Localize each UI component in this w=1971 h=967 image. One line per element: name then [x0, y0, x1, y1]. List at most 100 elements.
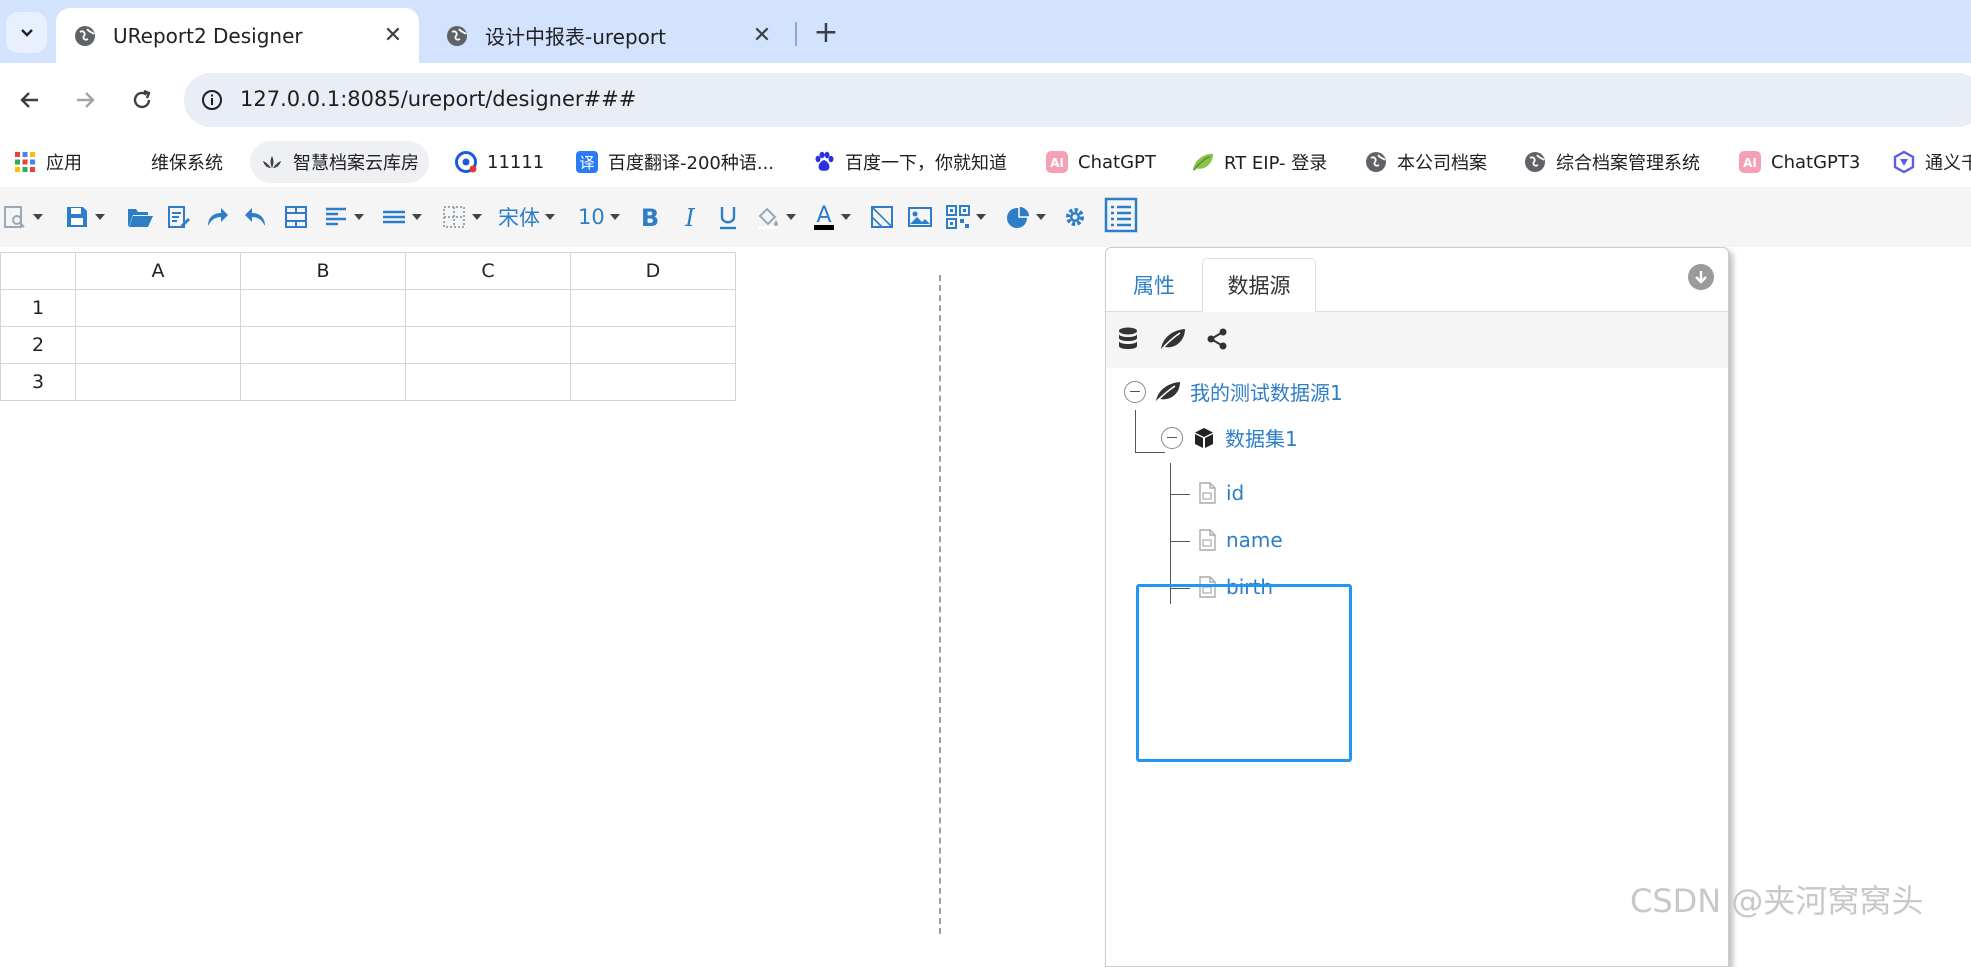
lotus-icon	[260, 150, 284, 174]
grid-cell[interactable]	[570, 289, 736, 327]
globe-icon	[1364, 150, 1388, 174]
datasource-panel: 属性 数据源 我的测试数据源1 数据集1 id name birth	[1105, 247, 1729, 967]
tree-node-dataset[interactable]: 数据集1	[1161, 423, 1298, 452]
browser-toolbar: 127.0.0.1:8085/ureport/designer###	[0, 63, 1971, 137]
site-info-icon[interactable]	[194, 82, 230, 118]
row-header[interactable]: 1	[0, 289, 76, 327]
svg-text:A: A	[816, 203, 831, 228]
tree-node-field[interactable]: name	[1198, 528, 1283, 552]
row-header[interactable]: 3	[0, 363, 76, 401]
tree-connector	[1170, 541, 1190, 542]
collapse-panel-button[interactable]	[1688, 264, 1714, 290]
tree-node-datasource[interactable]: 我的测试数据源1	[1124, 377, 1343, 406]
tab-datasource[interactable]: 数据源	[1202, 258, 1316, 312]
merge-cells-button[interactable]	[283, 199, 309, 235]
diagonal-slash-button[interactable]	[869, 199, 895, 235]
preview-button[interactable]	[2, 199, 43, 235]
bookmark-rt-eip[interactable]: RT EIP- 登录	[1191, 141, 1327, 183]
grid-cell[interactable]	[570, 326, 736, 364]
italic-button[interactable]: I	[678, 199, 702, 235]
chart-button[interactable]	[1005, 199, 1046, 235]
gear-icon	[1066, 208, 1084, 226]
ai-icon: AI	[1045, 150, 1069, 174]
toggle-panel-button[interactable]	[1104, 197, 1138, 233]
tab-search-dropdown-button[interactable]	[6, 12, 47, 53]
tab-separator	[795, 22, 797, 46]
field-name: id	[1226, 481, 1245, 505]
bookmark-chatgpt3[interactable]: AI ChatGPT3	[1738, 141, 1860, 183]
close-tab-icon[interactable]: ✕	[750, 23, 774, 48]
underline-button[interactable]	[716, 199, 740, 235]
vertical-align-button[interactable]	[381, 199, 422, 235]
border-button[interactable]	[441, 199, 482, 235]
save-button[interactable]	[64, 199, 105, 235]
grid-cell[interactable]	[405, 326, 571, 364]
forward-button[interactable]	[66, 81, 104, 119]
undo-button[interactable]	[243, 199, 269, 235]
add-database-button[interactable]	[1113, 324, 1143, 354]
address-bar[interactable]: 127.0.0.1:8085/ureport/designer###	[184, 73, 1971, 127]
grid-cell[interactable]	[75, 289, 241, 327]
add-buildin-button[interactable]	[1202, 324, 1232, 354]
settings-button[interactable]	[1062, 199, 1088, 235]
bookmark-label: 百度一下，你就知道	[845, 153, 1007, 174]
font-family-select[interactable]: 宋体	[498, 199, 555, 235]
back-button[interactable]	[11, 81, 49, 119]
add-spring-bean-button[interactable]	[1158, 324, 1188, 354]
bookmark-smart-archive[interactable]: 智慧档案云库房	[250, 141, 429, 183]
grid-cell[interactable]	[405, 363, 571, 401]
qrcode-icon	[946, 205, 970, 229]
bookmark-archive-management[interactable]: 综合档案管理系统	[1523, 141, 1700, 183]
grid-cell[interactable]	[570, 363, 736, 401]
tree-node-field[interactable]: id	[1198, 481, 1244, 505]
row-header[interactable]: 2	[0, 326, 76, 364]
browser-tab-designing-report[interactable]: 设计中报表-ureport ✕	[428, 8, 788, 63]
bookmark-baidu-translate[interactable]: 译 百度翻译-200种语...	[575, 141, 774, 183]
report-grid: A B C D 1 2 3	[0, 252, 736, 401]
bookmark-chatgpt[interactable]: AI ChatGPT	[1045, 141, 1156, 183]
collapse-toggle-icon[interactable]	[1161, 426, 1183, 449]
bookmark-tongyi[interactable]: 通义千	[1892, 141, 1971, 183]
collapse-toggle-icon[interactable]	[1124, 380, 1146, 403]
grid-cell[interactable]	[240, 289, 406, 327]
url-text[interactable]: 127.0.0.1:8085/ureport/designer###	[240, 87, 636, 111]
font-size-value: 10	[578, 205, 605, 229]
redo-button[interactable]	[204, 199, 230, 235]
fill-color-button[interactable]	[755, 199, 796, 235]
bold-button[interactable]: B	[638, 199, 662, 235]
column-header[interactable]: B	[240, 252, 406, 290]
font-color-button[interactable]: A	[812, 199, 851, 235]
bookmark-maintenance-system[interactable]: 维保系统	[151, 141, 223, 183]
bookmark-company-archive[interactable]: 本公司档案	[1364, 141, 1487, 183]
browser-tab-ureport-designer[interactable]: UReport2 Designer ✕	[56, 8, 419, 63]
grid-cell[interactable]	[75, 326, 241, 364]
corner-cell[interactable]	[0, 252, 76, 290]
bookmark-label: ChatGPT3	[1771, 151, 1861, 173]
new-tab-button[interactable]: +	[808, 14, 844, 50]
bookmark-apps[interactable]: 应用	[13, 141, 82, 183]
field-name: name	[1226, 528, 1283, 552]
insert-image-button[interactable]	[907, 199, 933, 235]
tab-properties[interactable]: 属性	[1106, 258, 1202, 312]
export-button[interactable]	[166, 199, 192, 235]
reload-button[interactable]	[123, 81, 161, 119]
column-header[interactable]: A	[75, 252, 241, 290]
grid-cell[interactable]	[240, 363, 406, 401]
font-size-select[interactable]: 10	[578, 199, 620, 235]
column-header[interactable]: C	[405, 252, 571, 290]
bookmark-11111[interactable]: 11111	[454, 141, 544, 183]
circle-logo-icon	[454, 150, 478, 174]
column-header[interactable]: D	[570, 252, 736, 290]
grid-cell[interactable]	[405, 289, 571, 327]
grid-cell[interactable]	[75, 363, 241, 401]
qrcode-button[interactable]	[945, 199, 986, 235]
grid-cell[interactable]	[240, 326, 406, 364]
open-button[interactable]	[126, 199, 154, 235]
bookmark-baidu[interactable]: 百度一下，你就知道	[812, 141, 1007, 183]
folder-open-icon	[128, 209, 153, 227]
align-left-button[interactable]	[323, 199, 364, 235]
font-family-value: 宋体	[498, 206, 540, 230]
font-color-icon: A	[814, 203, 834, 230]
tab-title: 设计中报表-ureport	[485, 25, 666, 49]
close-tab-icon[interactable]: ✕	[381, 23, 405, 48]
